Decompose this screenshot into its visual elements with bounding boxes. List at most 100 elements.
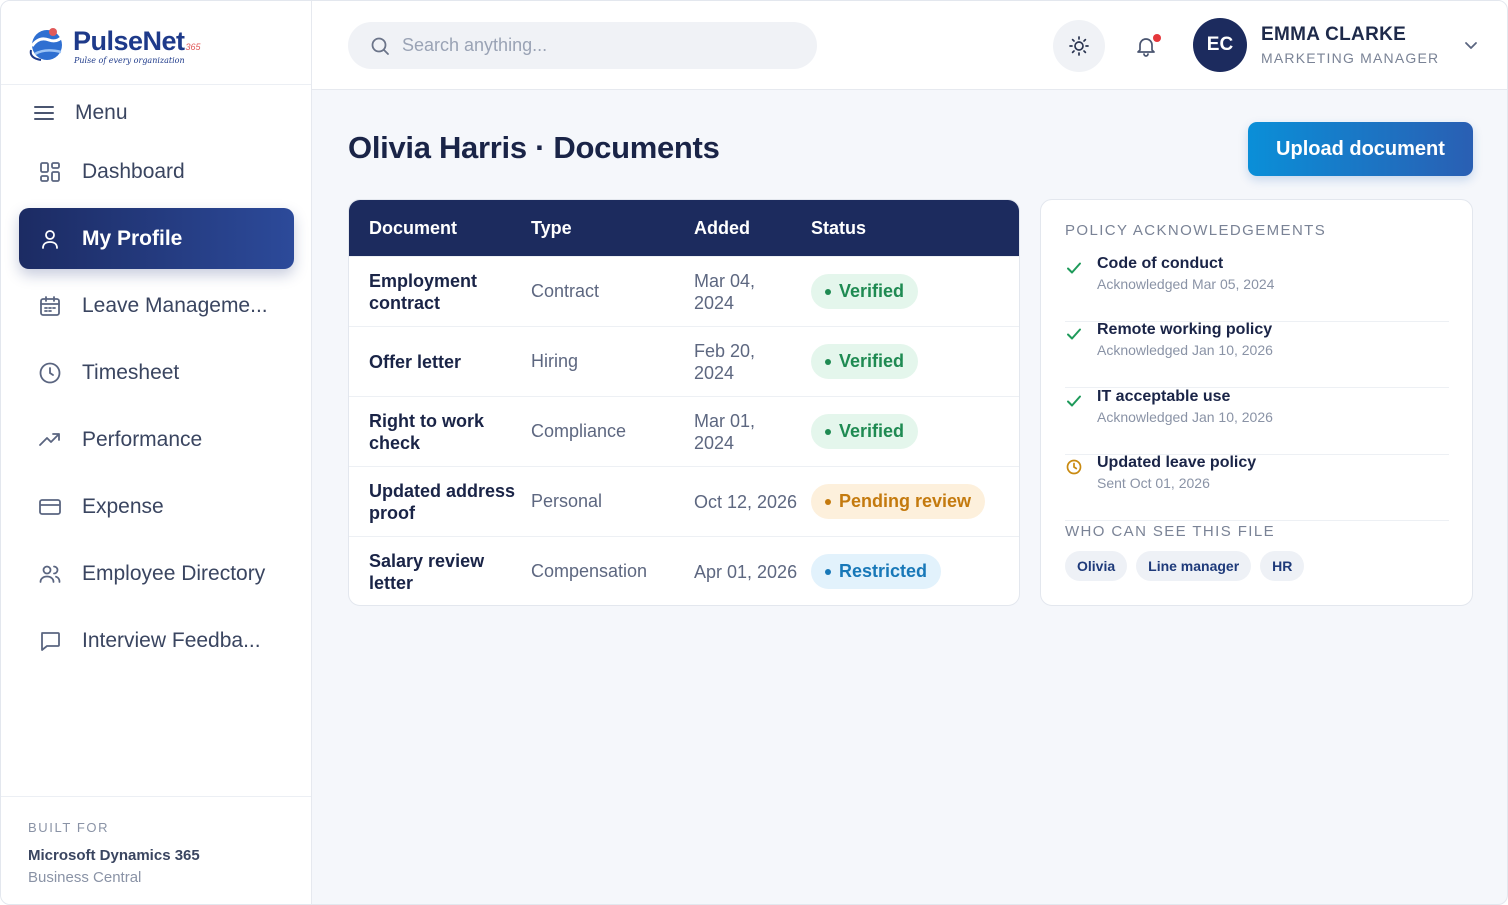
avatar: EC <box>1193 18 1247 72</box>
table-row[interactable]: Employment contract Contract Mar 04, 202… <box>349 256 1019 326</box>
policy-status: Sent Oct 01, 2026 <box>1097 475 1210 491</box>
menu-label: Menu <box>75 101 128 124</box>
policy-status: Acknowledged Jan 10, 2026 <box>1097 409 1273 425</box>
access-title: WHO CAN SEE THIS FILE <box>1065 523 1275 540</box>
document-added-date: Oct 12, 2026 <box>694 491 798 512</box>
app-window: PulseNet365 Pulse of every organization … <box>0 0 1508 905</box>
policy-item[interactable]: IT acceptable use Acknowledged Jan 10, 2… <box>1065 388 1449 455</box>
document-name[interactable]: Updated address proof <box>349 480 531 524</box>
column-header-document[interactable]: Document <box>349 218 531 239</box>
document-type: Compliance <box>531 421 627 441</box>
user-menu[interactable]: EC EMMA CLARKE MARKETING MANAGER <box>1193 18 1479 72</box>
policy-status: Acknowledged Jan 10, 2026 <box>1097 342 1273 358</box>
document-added-date: Mar 04, 2024 <box>694 270 756 313</box>
status-label: Verified <box>839 281 905 301</box>
sidebar-item-label: Interview Feedba... <box>82 628 261 652</box>
sidebar-item-timesheet[interactable]: Timesheet <box>19 342 294 403</box>
built-for-product: Microsoft Dynamics 365 <box>28 847 200 864</box>
brand-logo[interactable]: PulseNet365 Pulse of every organization <box>27 21 201 67</box>
search-bar[interactable] <box>348 22 817 69</box>
sidebar-item-label: Dashboard <box>82 159 185 183</box>
document-name[interactable]: Offer letter <box>349 351 531 373</box>
status-label: Pending review <box>839 491 972 511</box>
menu-toggle[interactable]: Menu <box>33 99 128 127</box>
document-type: Contract <box>531 281 600 301</box>
page-title: Olivia Harris · Documents <box>348 130 720 165</box>
policy-name: IT acceptable use <box>1097 388 1231 405</box>
policy-card-title: POLICY ACKNOWLEDGEMENTS <box>1065 222 1327 239</box>
document-name[interactable]: Salary review letter <box>349 550 531 594</box>
status-badge: Verified <box>811 414 919 449</box>
clock-icon <box>37 360 63 386</box>
column-header-status[interactable]: Status <box>811 218 1019 239</box>
column-header-type[interactable]: Type <box>531 218 694 239</box>
access-chips: Olivia Line manager HR <box>1065 551 1313 581</box>
check-icon <box>1067 262 1081 274</box>
theme-toggle-button[interactable] <box>1053 20 1105 72</box>
check-icon <box>1067 328 1081 340</box>
sidebar-item-label: My Profile <box>82 226 183 250</box>
sidebar-item-label: Timesheet <box>82 360 180 384</box>
access-chip[interactable]: HR <box>1260 551 1305 581</box>
search-icon <box>371 37 389 55</box>
notification-dot <box>1153 34 1161 42</box>
users-icon <box>37 561 63 587</box>
table-row[interactable]: Right to work check Compliance Mar 01, 2… <box>349 396 1019 466</box>
sidebar: PulseNet365 Pulse of every organization … <box>1 1 312 904</box>
credit-card-icon <box>37 494 63 520</box>
sidebar-item-expense[interactable]: Expense <box>19 476 294 537</box>
table-row[interactable]: Offer letter Hiring Feb 20, 2024 Verifie… <box>349 326 1019 396</box>
sidebar-item-employee-directory[interactable]: Employee Directory <box>19 543 294 604</box>
status-label: Verified <box>839 351 905 371</box>
chevron-down-icon <box>1465 42 1478 49</box>
top-header: EC EMMA CLARKE MARKETING MANAGER <box>312 1 1507 90</box>
sidebar-item-performance[interactable]: Performance <box>19 409 294 470</box>
status-label: Restricted <box>839 561 928 581</box>
sidebar-item-label: Leave Manageme... <box>82 293 268 317</box>
documents-table: Document Type Added Status Employment co… <box>348 199 1020 606</box>
search-input[interactable] <box>402 35 802 56</box>
status-badge: Verified <box>811 274 919 309</box>
status-badge: Verified <box>811 344 919 379</box>
sidebar-item-dashboard[interactable]: Dashboard <box>19 141 294 202</box>
access-chip[interactable]: Line manager <box>1136 551 1252 581</box>
notifications-button[interactable] <box>1120 20 1172 72</box>
access-chip[interactable]: Olivia <box>1065 551 1128 581</box>
document-added-date: Feb 20, 2024 <box>694 340 756 383</box>
document-type: Personal <box>531 491 603 511</box>
table-row[interactable]: Updated address proof Personal Oct 12, 2… <box>349 466 1019 536</box>
status-badge: Restricted <box>811 554 942 589</box>
upload-document-button[interactable]: Upload document <box>1248 122 1473 176</box>
calendar-icon <box>37 293 63 319</box>
user-icon <box>37 226 63 252</box>
brand-name: PulseNet <box>73 25 185 56</box>
sidebar-item-interview-feedback[interactable]: Interview Feedba... <box>19 610 294 671</box>
sidebar-footer-divider <box>1 796 311 797</box>
policy-item[interactable]: Updated leave policy Sent Oct 01, 2026 <box>1065 454 1449 521</box>
message-icon <box>37 628 63 654</box>
sidebar-item-label: Expense <box>82 494 164 518</box>
user-role: MARKETING MANAGER <box>1261 50 1440 66</box>
document-name[interactable]: Employment contract <box>349 270 531 314</box>
document-added-date: Mar 01, 2024 <box>694 410 756 453</box>
table-row[interactable]: Salary review letter Compensation Apr 01… <box>349 536 1019 605</box>
policy-item[interactable]: Remote working policy Acknowledged Jan 1… <box>1065 321 1449 388</box>
sidebar-item-leave-management[interactable]: Leave Manageme... <box>19 275 294 336</box>
sidebar-item-label: Performance <box>82 427 203 451</box>
check-icon <box>1067 395 1081 407</box>
policy-name: Code of conduct <box>1097 255 1224 272</box>
document-type: Compensation <box>531 561 648 581</box>
column-header-added[interactable]: Added <box>694 218 811 239</box>
document-added-date: Apr 01, 2026 <box>694 561 798 582</box>
sun-icon <box>1069 36 1089 56</box>
sidebar-item-my-profile[interactable]: My Profile <box>19 208 294 269</box>
sidebar-item-label: Employee Directory <box>82 561 266 585</box>
document-name[interactable]: Right to work check <box>349 410 531 454</box>
policy-name: Remote working policy <box>1097 321 1273 338</box>
clock-icon <box>1066 459 1082 475</box>
status-badge: Pending review <box>811 484 986 519</box>
brand-superscript: 365 <box>185 41 201 52</box>
policy-card: POLICY ACKNOWLEDGEMENTS Code of conduct … <box>1040 199 1473 606</box>
brand-tagline: Pulse of every organization <box>74 55 185 65</box>
policy-item[interactable]: Code of conduct Acknowledged Mar 05, 202… <box>1065 255 1449 322</box>
